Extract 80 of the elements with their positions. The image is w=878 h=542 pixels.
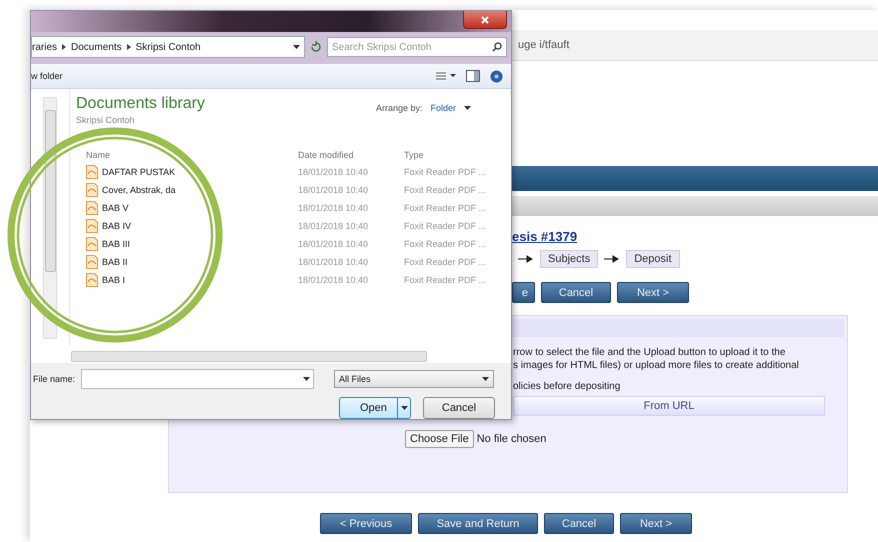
- item-title-link[interactable]: esis #1379: [512, 229, 578, 244]
- file-name[interactable]: DAFTAR PUSTAK: [102, 167, 176, 177]
- nav-button[interactable]: Cancel: [544, 513, 614, 534]
- chevron-icon: [126, 44, 131, 50]
- file-type: Foxit Reader PDF ...: [404, 239, 488, 249]
- file-type: Foxit Reader PDF ...: [404, 257, 488, 267]
- file-date: 18/01/2018 10:40: [298, 167, 370, 177]
- arrange-label: Arrange by:: [376, 103, 422, 113]
- file-date: 18/01/2018 10:40: [298, 239, 370, 249]
- file-name[interactable]: BAB III: [102, 239, 130, 249]
- breadcrumb-item[interactable]: Documents: [71, 42, 122, 52]
- close-button[interactable]: [463, 11, 507, 29]
- file-date: 18/01/2018 10:40: [298, 185, 370, 195]
- cancel-button[interactable]: Cancel: [423, 397, 495, 419]
- file-name[interactable]: BAB IV: [102, 221, 132, 231]
- pdf-file-icon: [86, 201, 98, 215]
- refresh-icon[interactable]: [309, 40, 323, 54]
- breadcrumb-item[interactable]: Skripsi Contoh: [136, 42, 201, 52]
- pdf-file-icon: [86, 183, 98, 197]
- chevron-icon: [62, 44, 66, 50]
- scrollbar[interactable]: [43, 97, 57, 339]
- from-url-tab[interactable]: From URL: [513, 396, 825, 416]
- arrow-icon: [604, 255, 620, 263]
- library-title: Documents library: [76, 95, 205, 113]
- new-folder-button[interactable]: w folder: [31, 71, 63, 81]
- file-date: 18/01/2018 10:40: [298, 203, 370, 213]
- instruction-text: rrow to select the file and the Upload button to upload it to the: [513, 347, 786, 358]
- file-type: Foxit Reader PDF ...: [404, 275, 488, 285]
- pdf-file-icon: [86, 255, 98, 269]
- search-field[interactable]: Search Skripsi Contoh: [327, 37, 507, 57]
- file-name-label: File name:: [33, 374, 76, 384]
- file-date: 18/01/2018 10:40: [298, 257, 370, 267]
- preview-pane-icon[interactable]: [466, 70, 480, 82]
- pdf-file-icon: [86, 219, 98, 233]
- nav-button[interactable]: Cancel: [541, 282, 611, 303]
- caret-icon: [303, 377, 310, 381]
- close-icon: [481, 16, 489, 24]
- view-icon[interactable]: [436, 71, 456, 81]
- search-icon: [492, 42, 502, 52]
- file-type: Foxit Reader PDF ...: [404, 221, 488, 231]
- column-header[interactable]: Type: [404, 150, 501, 160]
- breadcrumb-bar[interactable]: raries Documents Skripsi Contoh: [31, 36, 305, 58]
- no-file-text: No file chosen: [476, 433, 546, 445]
- nav-button[interactable]: Save and Return: [418, 513, 538, 534]
- file-name-field[interactable]: [81, 369, 314, 389]
- nav-button[interactable]: Next >: [617, 282, 689, 303]
- file-type-select[interactable]: All Files: [334, 370, 494, 388]
- library-subtitle: Skripsi Contoh: [76, 115, 136, 125]
- file-date: 18/01/2018 10:40: [298, 221, 370, 231]
- column-header[interactable]: Name: [76, 150, 298, 160]
- arrange-dropdown[interactable]: Folder: [430, 103, 456, 113]
- nav-button[interactable]: e: [512, 282, 535, 303]
- step-label[interactable]: Deposit: [626, 250, 680, 268]
- help-icon[interactable]: [490, 70, 503, 82]
- horizontal-scrollbar[interactable]: [71, 350, 427, 362]
- caret-icon: [482, 377, 490, 381]
- pdf-file-icon: [86, 165, 98, 179]
- step-label[interactable]: Subjects: [540, 250, 598, 268]
- file-name[interactable]: Cover, Abstrak, da: [102, 185, 176, 195]
- caret-icon: [400, 406, 408, 410]
- arrow-icon: [518, 255, 534, 263]
- nav-button[interactable]: < Previous: [320, 513, 412, 534]
- file-date: 18/01/2018 10:40: [298, 275, 370, 285]
- file-name[interactable]: BAB V: [102, 203, 129, 213]
- policy-text: olicies before depositing: [513, 381, 622, 392]
- nav-button[interactable]: Next >: [620, 513, 692, 534]
- pdf-file-icon: [86, 273, 98, 287]
- open-button[interactable]: Open: [339, 397, 411, 419]
- choose-file-button[interactable]: Choose File: [405, 430, 474, 448]
- pdf-file-icon: [86, 237, 98, 251]
- breadcrumb-item[interactable]: raries: [32, 42, 58, 52]
- file-name[interactable]: BAB II: [102, 257, 128, 267]
- caret-icon: [464, 106, 471, 110]
- instruction-text: s images for HTML files) or upload more files to create additional: [513, 360, 800, 371]
- file-type: Foxit Reader PDF ...: [404, 167, 488, 177]
- column-header[interactable]: Date modified: [298, 150, 404, 160]
- file-type: Foxit Reader PDF ...: [404, 203, 488, 213]
- file-name[interactable]: BAB I: [102, 275, 126, 285]
- file-type: Foxit Reader PDF ...: [404, 185, 488, 195]
- caret-icon: [293, 45, 300, 49]
